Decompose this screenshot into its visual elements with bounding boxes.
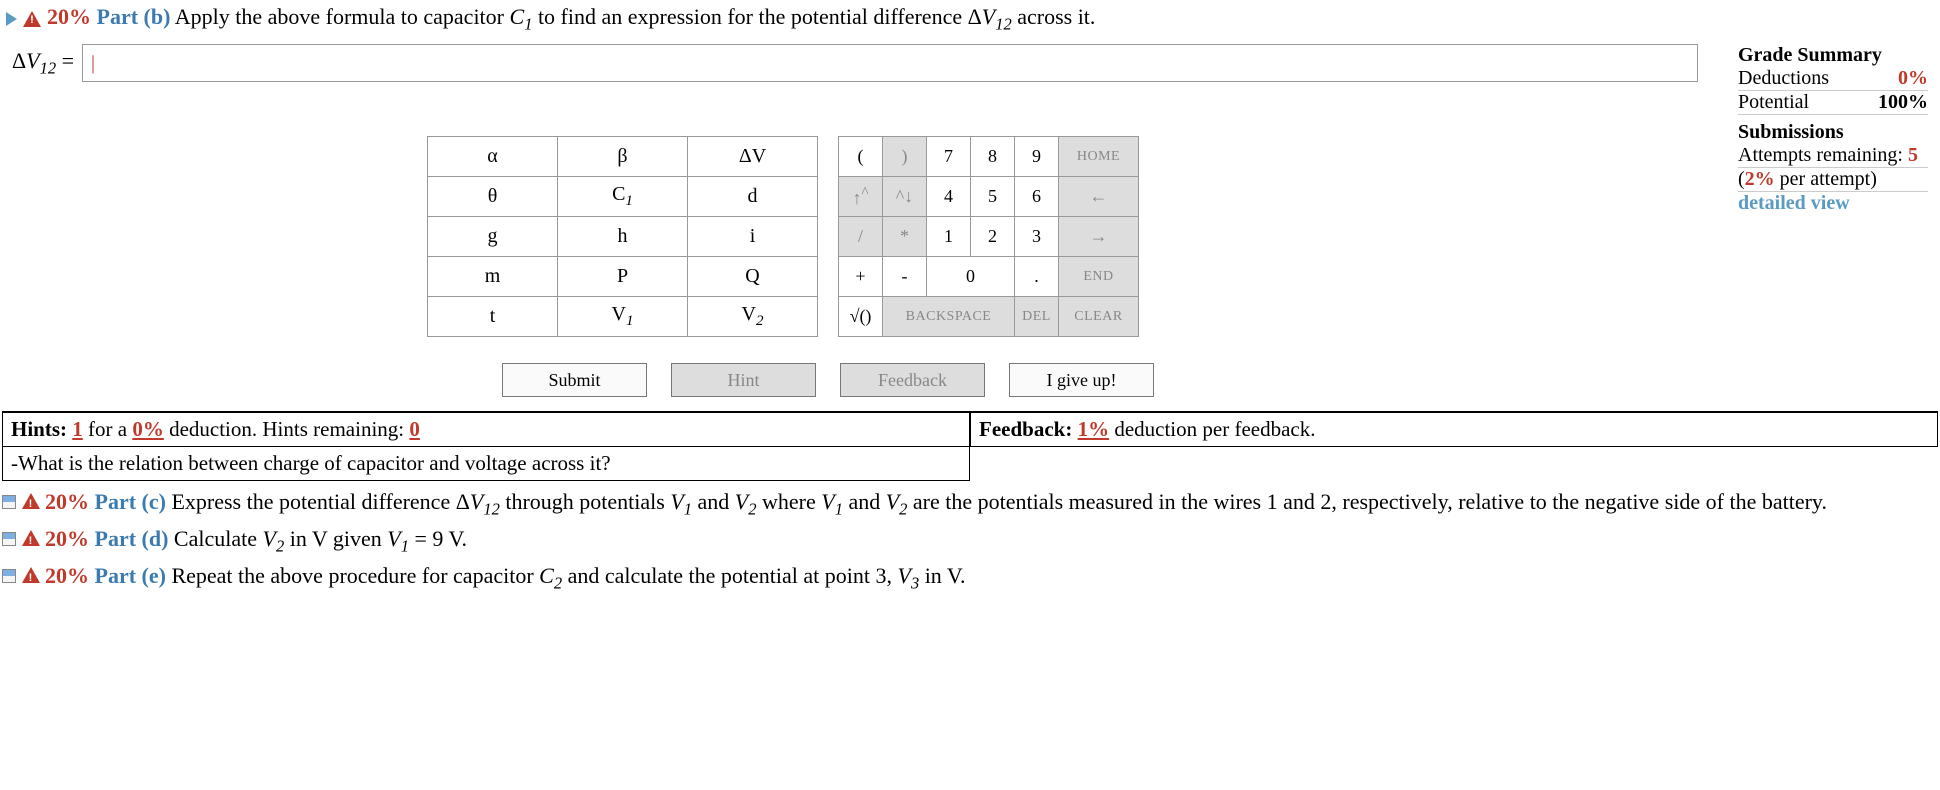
key-dot[interactable]: . — [1015, 257, 1059, 297]
key-sub-down: ^↓ — [883, 177, 927, 217]
collapse-icon[interactable] — [2, 495, 16, 509]
part-e-percent: 20% — [45, 563, 89, 588]
key-4[interactable]: 4 — [927, 177, 971, 217]
equation-area: ΔV12 = — [2, 44, 1708, 82]
equation-lhs: ΔV12 = — [12, 48, 74, 78]
numeric-keypad: ( ) 7 8 9 HOME ↑^ ^↓ 4 5 6 ← / * 1 2 3 — [838, 136, 1139, 337]
hint-button[interactable]: Hint — [671, 363, 816, 397]
key-slash: / — [839, 217, 883, 257]
key-clear[interactable]: CLEAR — [1059, 297, 1139, 337]
key-deltaV[interactable]: ΔV — [688, 137, 818, 177]
key-left: ← — [1059, 177, 1139, 217]
hints-remaining: 0 — [409, 417, 420, 441]
feedback-pct: 1% — [1078, 417, 1110, 441]
potential-value: 100% — [1878, 91, 1928, 113]
deductions-value: 0% — [1898, 67, 1928, 90]
hint-body: -What is the relation between charge of … — [2, 447, 970, 481]
part-d-label: Part (d) — [95, 526, 169, 551]
collapse-icon[interactable] — [2, 569, 16, 583]
warn-icon — [22, 493, 40, 509]
key-5[interactable]: 5 — [971, 177, 1015, 217]
key-star: * — [883, 217, 927, 257]
key-P[interactable]: P — [558, 257, 688, 297]
other-parts: 20% Part (c) Express the potential diffe… — [2, 481, 1938, 596]
attempts-value: 5 — [1908, 144, 1918, 166]
key-theta[interactable]: θ — [428, 177, 558, 217]
detailed-view-link[interactable]: detailed view — [1738, 192, 1928, 215]
deductions-label: Deductions — [1738, 67, 1829, 90]
key-3[interactable]: 3 — [1015, 217, 1059, 257]
feedback-header: Feedback: 1% deduction per feedback. — [970, 413, 1938, 447]
submissions-box: Submissions Attempts remaining: 5 (2% pe… — [1708, 121, 1938, 337]
warn-icon — [22, 530, 40, 546]
key-h[interactable]: h — [558, 217, 688, 257]
part-label: Part (b) — [97, 4, 171, 29]
key-7[interactable]: 7 — [927, 137, 971, 177]
key-del[interactable]: DEL — [1015, 297, 1059, 337]
key-t[interactable]: t — [428, 297, 558, 337]
giveup-button[interactable]: I give up! — [1009, 363, 1154, 397]
key-home: HOME — [1059, 137, 1139, 177]
part-c-label: Part (c) — [95, 489, 166, 514]
key-8[interactable]: 8 — [971, 137, 1015, 177]
collapse-icon[interactable] — [2, 532, 16, 546]
part-d-percent: 20% — [45, 526, 89, 551]
key-minus[interactable]: - — [883, 257, 927, 297]
part-percent: 20% — [47, 4, 91, 29]
warn-icon — [22, 567, 40, 583]
submit-button[interactable]: Submit — [502, 363, 647, 397]
key-i[interactable]: i — [688, 217, 818, 257]
answer-input[interactable] — [82, 44, 1698, 82]
key-m[interactable]: m — [428, 257, 558, 297]
key-lparen[interactable]: ( — [839, 137, 883, 177]
key-rparen: ) — [883, 137, 927, 177]
key-beta[interactable]: β — [558, 137, 688, 177]
key-sup-up: ↑^ — [839, 177, 883, 217]
key-9[interactable]: 9 — [1015, 137, 1059, 177]
key-0[interactable]: 0 — [927, 257, 1015, 297]
keypads: α β ΔV θ C1 d g h i m P Q t V1 V — [427, 136, 1139, 337]
attempts-label: Attempts remaining: — [1738, 144, 1908, 166]
symbol-keypad: α β ΔV θ C1 d g h i m P Q t V1 V — [427, 136, 818, 337]
grade-title: Grade Summary — [1738, 44, 1928, 67]
expand-icon[interactable] — [6, 12, 17, 26]
part-c-percent: 20% — [45, 489, 89, 514]
part-prompt: Apply the above formula to capacitor C1 … — [175, 4, 1096, 29]
key-g[interactable]: g — [428, 217, 558, 257]
key-6[interactable]: 6 — [1015, 177, 1059, 217]
key-Q[interactable]: Q — [688, 257, 818, 297]
per-attempt-pct: 2% — [1745, 168, 1775, 190]
part-b-header: 20% Part (b) Apply the above formula to … — [2, 2, 1938, 36]
key-V1[interactable]: V1 — [558, 297, 688, 337]
key-d[interactable]: d — [688, 177, 818, 217]
feedback-button[interactable]: Feedback — [840, 363, 985, 397]
submissions-title: Submissions — [1738, 121, 1928, 144]
key-plus[interactable]: + — [839, 257, 883, 297]
key-alpha[interactable]: α — [428, 137, 558, 177]
grade-summary: Grade Summary Deductions 0% Potential 10… — [1708, 44, 1938, 115]
key-C1[interactable]: C1 — [558, 177, 688, 217]
part-e-label: Part (e) — [95, 563, 166, 588]
key-sqrt[interactable]: √() — [839, 297, 883, 337]
hints-count: 1 — [72, 417, 83, 441]
action-buttons: Submit Hint Feedback I give up! — [502, 363, 1938, 397]
hints-feedback-row: Hints: 1 for a 0% deduction. Hints remai… — [2, 411, 1938, 447]
hints-header: Hints: 1 for a 0% deduction. Hints remai… — [2, 413, 970, 447]
key-V2[interactable]: V2 — [688, 297, 818, 337]
key-end: END — [1059, 257, 1139, 297]
potential-label: Potential — [1738, 91, 1809, 114]
key-right: → — [1059, 217, 1139, 257]
key-1[interactable]: 1 — [927, 217, 971, 257]
key-backspace[interactable]: BACKSPACE — [883, 297, 1015, 337]
key-2[interactable]: 2 — [971, 217, 1015, 257]
warn-icon — [23, 11, 41, 27]
hints-pct: 0% — [132, 417, 164, 441]
